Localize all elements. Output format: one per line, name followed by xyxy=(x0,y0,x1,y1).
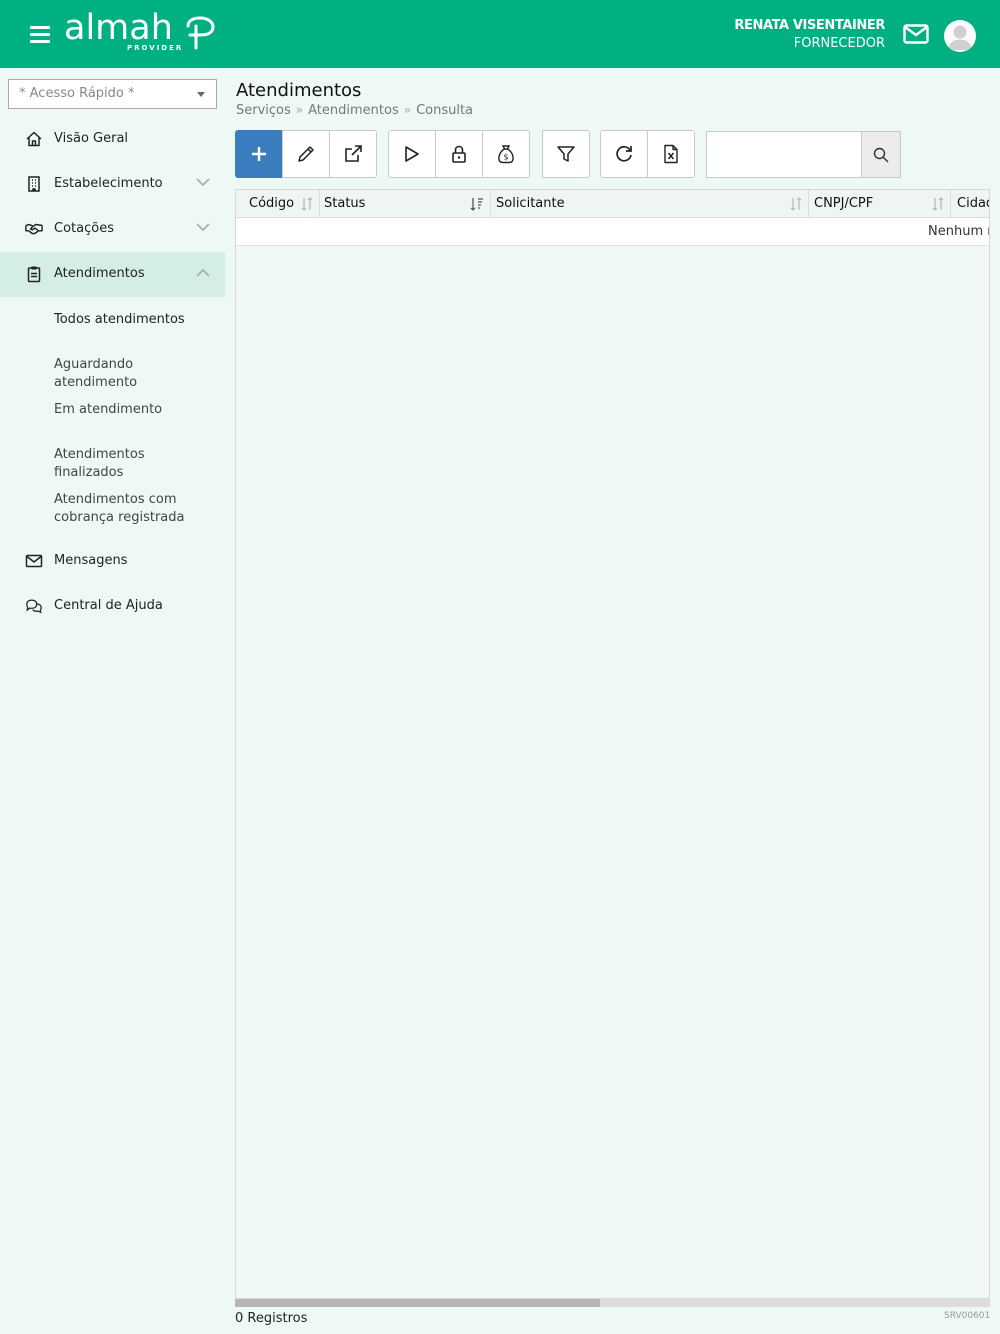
sidebar: * Acesso Rápido * Visão Geral Estabeleci… xyxy=(0,68,225,1334)
envelope-icon xyxy=(25,554,43,568)
subitem-cobranca-registrada[interactable]: Atendimentos com cobrança registrada xyxy=(0,477,225,539)
logo-mark-icon xyxy=(186,16,215,50)
subitem-atendimentos-finalizados[interactable]: Atendimentos finalizados xyxy=(0,432,225,480)
empty-message: Nenhum registro encontrado xyxy=(928,224,989,239)
export-excel-button[interactable] xyxy=(647,130,695,178)
sidebar-item-cotacoes[interactable]: Cotações xyxy=(0,207,225,252)
sidebar-item-visao-geral[interactable]: Visão Geral xyxy=(0,117,225,162)
column-header-solicitante[interactable]: Solicitante xyxy=(491,190,809,218)
caret-down-icon xyxy=(197,92,205,97)
sidebar-item-estabelecimento[interactable]: Estabelecimento xyxy=(0,162,225,207)
search-input[interactable] xyxy=(706,131,861,178)
subitem-label: Em atendimento xyxy=(54,402,163,417)
sidebar-item-mensagens[interactable]: Mensagens xyxy=(0,539,225,584)
column-title: Solicitante xyxy=(496,196,565,211)
hamburger-icon[interactable] xyxy=(30,26,50,43)
sort-descending-icon xyxy=(470,198,483,211)
add-button[interactable] xyxy=(235,130,283,178)
column-header-cidade[interactable]: Cidade xyxy=(951,190,989,218)
double-chevron-right-icon: » xyxy=(295,103,304,117)
screen-code: SRV00601 xyxy=(944,1311,991,1321)
toolbar-group-edit xyxy=(235,130,377,178)
horizontal-scrollbar[interactable] xyxy=(235,1299,990,1307)
column-header-status[interactable]: Status xyxy=(320,190,491,218)
chevron-up-icon xyxy=(196,268,210,277)
toolbar-group-filter xyxy=(542,130,590,178)
chevron-down-icon xyxy=(196,223,210,232)
home-icon xyxy=(26,131,42,147)
start-button[interactable] xyxy=(388,130,436,178)
toolbar-group-actions: $ xyxy=(388,130,530,178)
clipboard-icon xyxy=(27,266,41,283)
user-avatar-icon[interactable] xyxy=(944,20,976,52)
quick-access-select[interactable]: * Acesso Rápido * xyxy=(8,79,217,109)
subitem-label: Atendimentos com cobrança registrada xyxy=(54,492,185,525)
column-title: Cidade xyxy=(957,196,989,211)
column-header-cnpj-cpf[interactable]: CNPJ/CPF xyxy=(809,190,951,218)
page-title: Atendimentos xyxy=(236,80,362,101)
filter-icon xyxy=(557,146,575,162)
subitem-em-atendimento[interactable]: Em atendimento xyxy=(0,387,225,432)
column-title: Status xyxy=(324,196,366,211)
breadcrumb-item[interactable]: Atendimentos xyxy=(308,103,399,118)
sidebar-item-atendimentos[interactable]: Atendimentos xyxy=(0,252,225,297)
column-title: CNPJ/CPF xyxy=(814,196,874,211)
breadcrumb: Serviços » Atendimentos » Consulta xyxy=(236,103,473,118)
chat-icon xyxy=(26,599,42,614)
sidebar-item-label: Visão Geral xyxy=(54,131,129,146)
external-link-icon xyxy=(345,145,362,162)
sort-icon xyxy=(301,197,313,211)
envelope-icon[interactable] xyxy=(903,24,929,44)
play-icon xyxy=(405,146,419,162)
quick-access-placeholder: * Acesso Rápido * xyxy=(19,86,135,101)
double-chevron-right-icon: » xyxy=(403,103,412,117)
sidebar-item-label: Atendimentos xyxy=(54,266,145,281)
breadcrumb-item: Consulta xyxy=(416,103,474,118)
building-icon xyxy=(28,176,40,192)
empty-row: Nenhum registro encontrado xyxy=(236,218,989,246)
column-header-codigo[interactable]: Código xyxy=(236,190,320,218)
refresh-icon xyxy=(616,145,632,162)
sidebar-item-label: Estabelecimento xyxy=(54,176,163,191)
sort-icon xyxy=(932,197,944,211)
app-logo[interactable]: almah PROVIDER xyxy=(64,8,224,56)
sidebar-item-label: Central de Ajuda xyxy=(54,598,163,613)
open-button[interactable] xyxy=(329,130,377,178)
plus-icon xyxy=(252,147,266,161)
logo-subtitle: PROVIDER xyxy=(127,44,184,52)
user-role: FORNECEDOR xyxy=(793,36,885,51)
search-button[interactable] xyxy=(861,131,901,178)
toolbar-group-data xyxy=(600,130,695,178)
handshake-icon xyxy=(25,223,43,235)
money-bag-icon: $ xyxy=(498,145,514,164)
chevron-down-icon xyxy=(196,178,210,187)
subitem-todos-atendimentos[interactable]: Todos atendimentos xyxy=(0,297,225,342)
subitem-label: Todos atendimentos xyxy=(54,312,185,327)
user-name: RENATA VISENTAINER xyxy=(734,18,885,33)
search-box xyxy=(706,131,901,178)
subitem-aguardando-atendimento[interactable]: Aguardando atendimento xyxy=(0,342,225,390)
logo-text: almah xyxy=(64,8,173,48)
search-icon xyxy=(873,147,889,162)
billing-button[interactable]: $ xyxy=(482,130,530,178)
excel-icon xyxy=(664,144,678,164)
refresh-button[interactable] xyxy=(600,130,648,178)
sort-icon xyxy=(790,197,802,211)
column-title: Código xyxy=(249,196,295,211)
breadcrumb-item[interactable]: Serviços xyxy=(236,103,291,118)
lock-button[interactable] xyxy=(435,130,483,178)
filter-button[interactable] xyxy=(542,130,590,178)
pencil-icon xyxy=(298,146,314,162)
sidebar-item-label: Cotações xyxy=(54,221,114,236)
table-header: Código Status Solicitante CNPJ/CPF Cidad… xyxy=(236,190,989,218)
sidebar-item-central-de-ajuda[interactable]: Central de Ajuda xyxy=(0,584,225,629)
edit-button[interactable] xyxy=(282,130,330,178)
records-count: 0 Registros xyxy=(235,1311,308,1326)
scrollbar-thumb[interactable] xyxy=(235,1299,600,1307)
svg-text:$: $ xyxy=(503,153,508,162)
results-table: Código Status Solicitante CNPJ/CPF Cidad… xyxy=(235,189,990,1299)
sidebar-item-label: Mensagens xyxy=(54,553,128,568)
lock-icon xyxy=(452,145,466,163)
top-header: almah PROVIDER RENATA VISENTAINER FORNEC… xyxy=(0,0,1000,68)
